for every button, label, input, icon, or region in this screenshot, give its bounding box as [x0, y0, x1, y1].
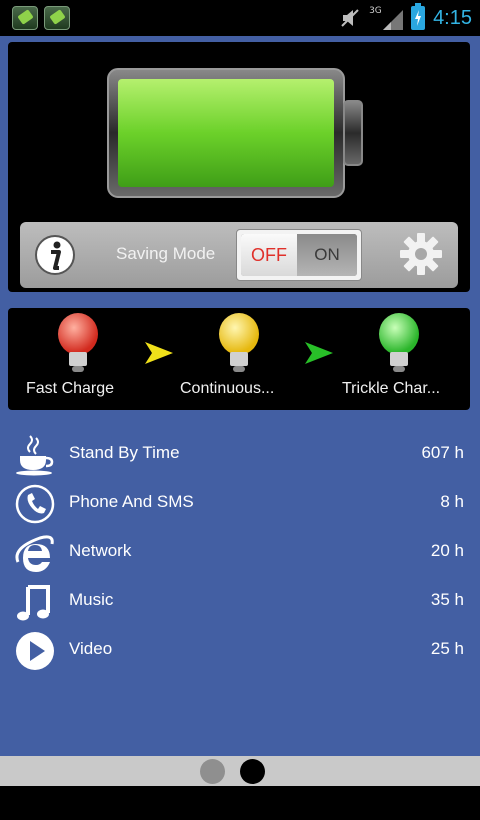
- usage-time-list: Stand By Time 607 h Phone And SMS 8 h Ne…: [0, 432, 480, 677]
- list-item: Music 35 h: [0, 579, 480, 628]
- gear-icon[interactable]: [399, 232, 443, 276]
- list-item: Network 20 h: [0, 530, 480, 579]
- usage-value: 8 h: [440, 492, 464, 511]
- usage-label: Phone And SMS: [69, 492, 194, 511]
- list-item: Stand By Time 607 h: [0, 432, 480, 481]
- main-screen: Saving Mode OFF ON Fast Charge Continuou…: [0, 36, 480, 756]
- battery-level-indicator: [107, 68, 363, 198]
- toggle-on-label[interactable]: ON: [297, 234, 357, 276]
- arrow-right-icon: [305, 342, 333, 364]
- phone-icon: [15, 484, 55, 524]
- usage-label: Video: [69, 639, 113, 658]
- usage-label: Music: [69, 590, 114, 609]
- notification-app-icon: [44, 6, 70, 30]
- stage-label-fast-charge: Fast Charge: [26, 380, 115, 397]
- internet-explorer-icon: [15, 535, 54, 572]
- battery-panel: Saving Mode OFF ON: [8, 42, 470, 292]
- page-dot-2-active[interactable]: [240, 759, 265, 784]
- notification-app-icon: [12, 6, 38, 30]
- usage-label: Stand By Time: [69, 443, 180, 462]
- charge-stages-panel: Fast Charge Continuous... Trickle Char..…: [8, 308, 470, 410]
- music-note-icon: [17, 585, 50, 621]
- usage-label: Network: [69, 541, 132, 560]
- usage-value: 25 h: [430, 639, 464, 658]
- trickle-charge-bulb-icon: [379, 313, 419, 372]
- status-bar: 3G 4:15: [0, 0, 480, 36]
- usage-value: 35 h: [430, 590, 464, 609]
- saving-mode-toggle[interactable]: OFF ON: [236, 229, 362, 281]
- arrow-right-icon: [145, 342, 173, 364]
- saving-mode-label: Saving Mode: [116, 244, 216, 263]
- usage-value: 20 h: [430, 541, 464, 560]
- list-item: Phone And SMS 8 h: [0, 481, 480, 530]
- list-item: Video 25 h: [0, 628, 480, 677]
- saving-mode-bar: Saving Mode OFF ON: [20, 222, 458, 288]
- fast-charge-bulb-icon: [58, 313, 98, 372]
- bottom-bar: [0, 786, 480, 820]
- clock: 4:15: [433, 6, 472, 29]
- info-icon[interactable]: [34, 234, 76, 276]
- stage-label-continuous: Continuous...: [180, 380, 275, 397]
- status-battery-icon: [411, 3, 426, 30]
- battery-fill: [118, 79, 334, 187]
- usage-value: 607 h: [421, 443, 464, 462]
- coffee-cup-icon: [16, 435, 54, 476]
- page-dot-1[interactable]: [200, 759, 225, 784]
- stage-label-trickle-charge: Trickle Char...: [342, 380, 441, 397]
- mute-icon: [341, 9, 359, 27]
- play-icon: [16, 632, 54, 670]
- continuous-bulb-icon: [219, 313, 259, 372]
- page-indicator: [0, 756, 480, 786]
- signal-icon: 3G: [369, 6, 404, 30]
- toggle-off-label[interactable]: OFF: [241, 234, 297, 276]
